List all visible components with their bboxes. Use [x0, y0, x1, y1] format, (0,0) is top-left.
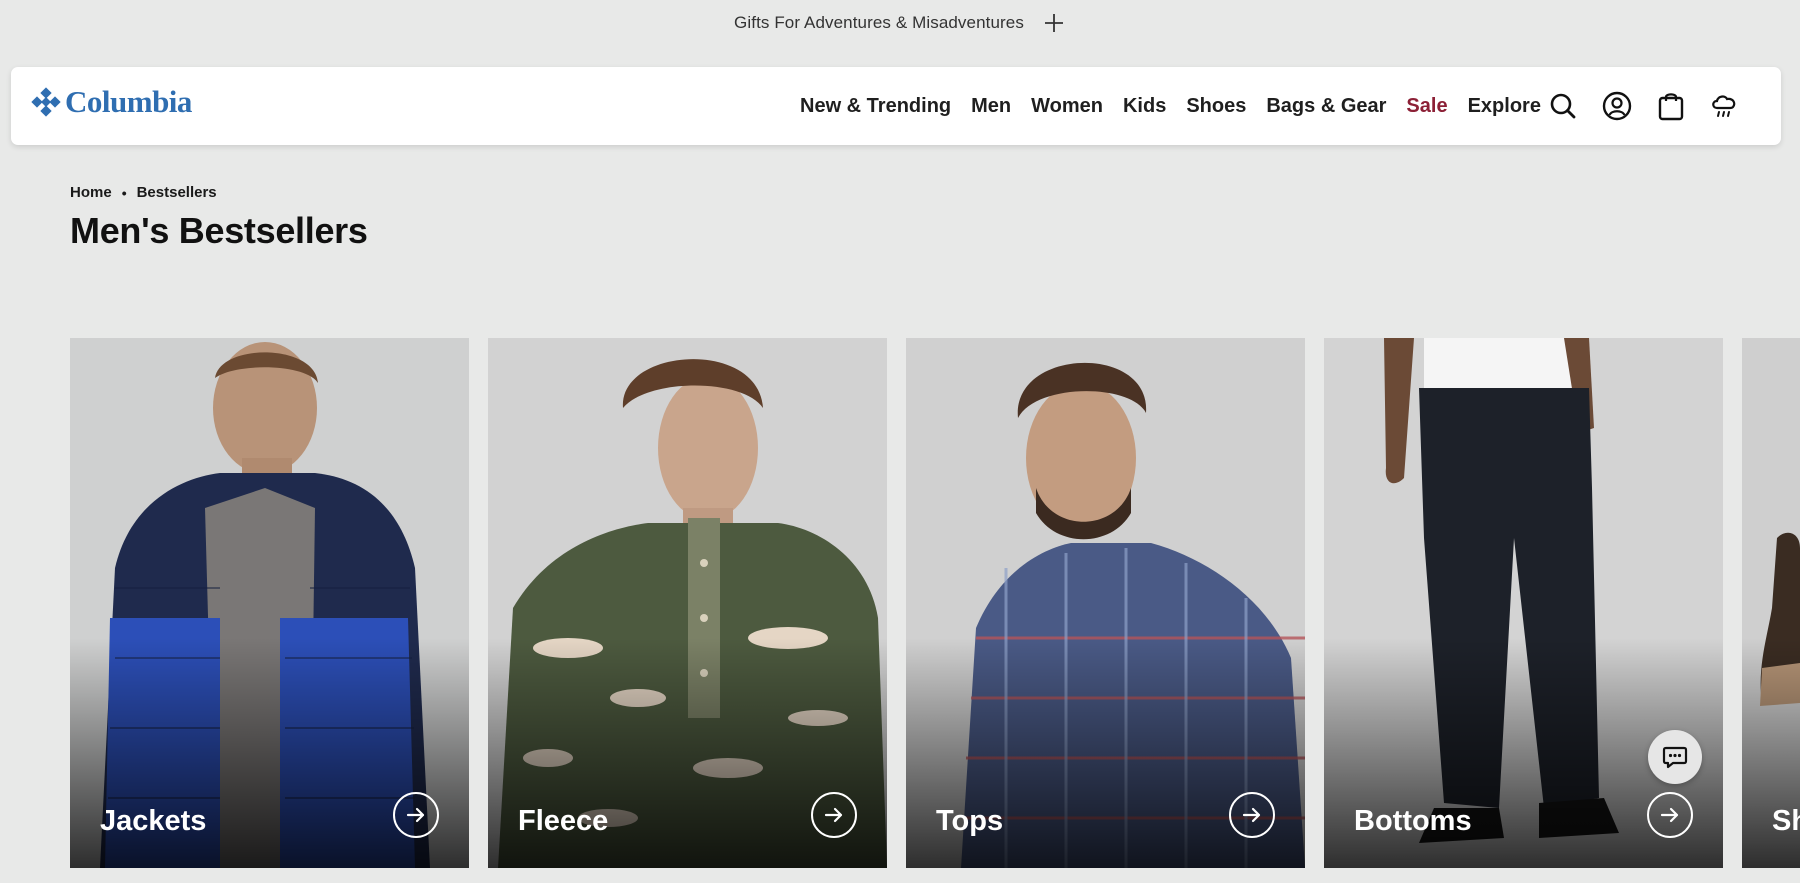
- search-icon: [1550, 93, 1576, 119]
- brand-name: Columbia: [65, 84, 192, 119]
- breadcrumb-current: Bestsellers: [136, 184, 217, 201]
- arrow-right-icon: [1242, 807, 1261, 823]
- brand-logo[interactable]: Columbia: [31, 84, 192, 120]
- account-button[interactable]: [1601, 90, 1633, 122]
- category-label: Fleece: [518, 805, 609, 837]
- columbia-diamond-icon: [31, 87, 61, 117]
- header-icons: [1547, 67, 1741, 145]
- account-icon: [1602, 91, 1632, 121]
- chat-icon: [1662, 746, 1688, 769]
- breadcrumb-separator: •: [121, 184, 127, 201]
- arrow-right-icon: [824, 807, 843, 823]
- site-header: Columbia New & Trending Men Women Kids S…: [11, 67, 1781, 145]
- promo-bar: Gifts For Adventures & Misadventures: [0, 0, 1800, 46]
- category-label: Bottoms: [1354, 805, 1472, 837]
- category-label: Jackets: [100, 805, 207, 837]
- arrow-right-button[interactable]: [811, 792, 857, 838]
- search-button[interactable]: [1547, 90, 1579, 122]
- nav-item-women[interactable]: Women: [1031, 95, 1103, 118]
- nav-item-kids[interactable]: Kids: [1123, 95, 1166, 118]
- nav-item-shoes[interactable]: Shoes: [1186, 95, 1246, 118]
- breadcrumb: Home • Bestsellers: [70, 184, 217, 201]
- plus-icon[interactable]: [1042, 11, 1066, 35]
- weather-icon: [1712, 95, 1736, 117]
- nav-item-bags-gear[interactable]: Bags & Gear: [1266, 95, 1386, 118]
- cart-icon: [1658, 93, 1684, 121]
- category-label: Sh: [1772, 805, 1800, 837]
- arrow-right-button[interactable]: [393, 792, 439, 838]
- category-card-bottoms[interactable]: Bottoms: [1324, 338, 1723, 868]
- category-label: Tops: [936, 805, 1004, 837]
- breadcrumb-home[interactable]: Home: [70, 184, 112, 201]
- page-title: Men's Bestsellers: [70, 210, 368, 251]
- category-card-fleece[interactable]: Fleece: [488, 338, 887, 868]
- arrow-right-button[interactable]: [1647, 792, 1693, 838]
- cart-button[interactable]: [1655, 90, 1687, 122]
- category-card-jackets[interactable]: Jackets: [70, 338, 469, 868]
- weather-button[interactable]: [1709, 90, 1741, 122]
- main-nav: New & Trending Men Women Kids Shoes Bags…: [800, 67, 1561, 145]
- arrow-right-button[interactable]: [1229, 792, 1275, 838]
- chat-button[interactable]: [1648, 730, 1702, 784]
- category-card-shoes[interactable]: Sh: [1742, 338, 1800, 868]
- arrow-right-icon: [1660, 807, 1679, 823]
- promo-text[interactable]: Gifts For Adventures & Misadventures: [734, 13, 1024, 33]
- nav-item-men[interactable]: Men: [971, 95, 1011, 118]
- nav-item-new-trending[interactable]: New & Trending: [800, 95, 951, 118]
- nav-item-sale[interactable]: Sale: [1406, 95, 1447, 118]
- category-card-tops[interactable]: Tops: [906, 338, 1305, 868]
- nav-item-explore[interactable]: Explore: [1468, 95, 1541, 118]
- arrow-right-icon: [406, 807, 425, 823]
